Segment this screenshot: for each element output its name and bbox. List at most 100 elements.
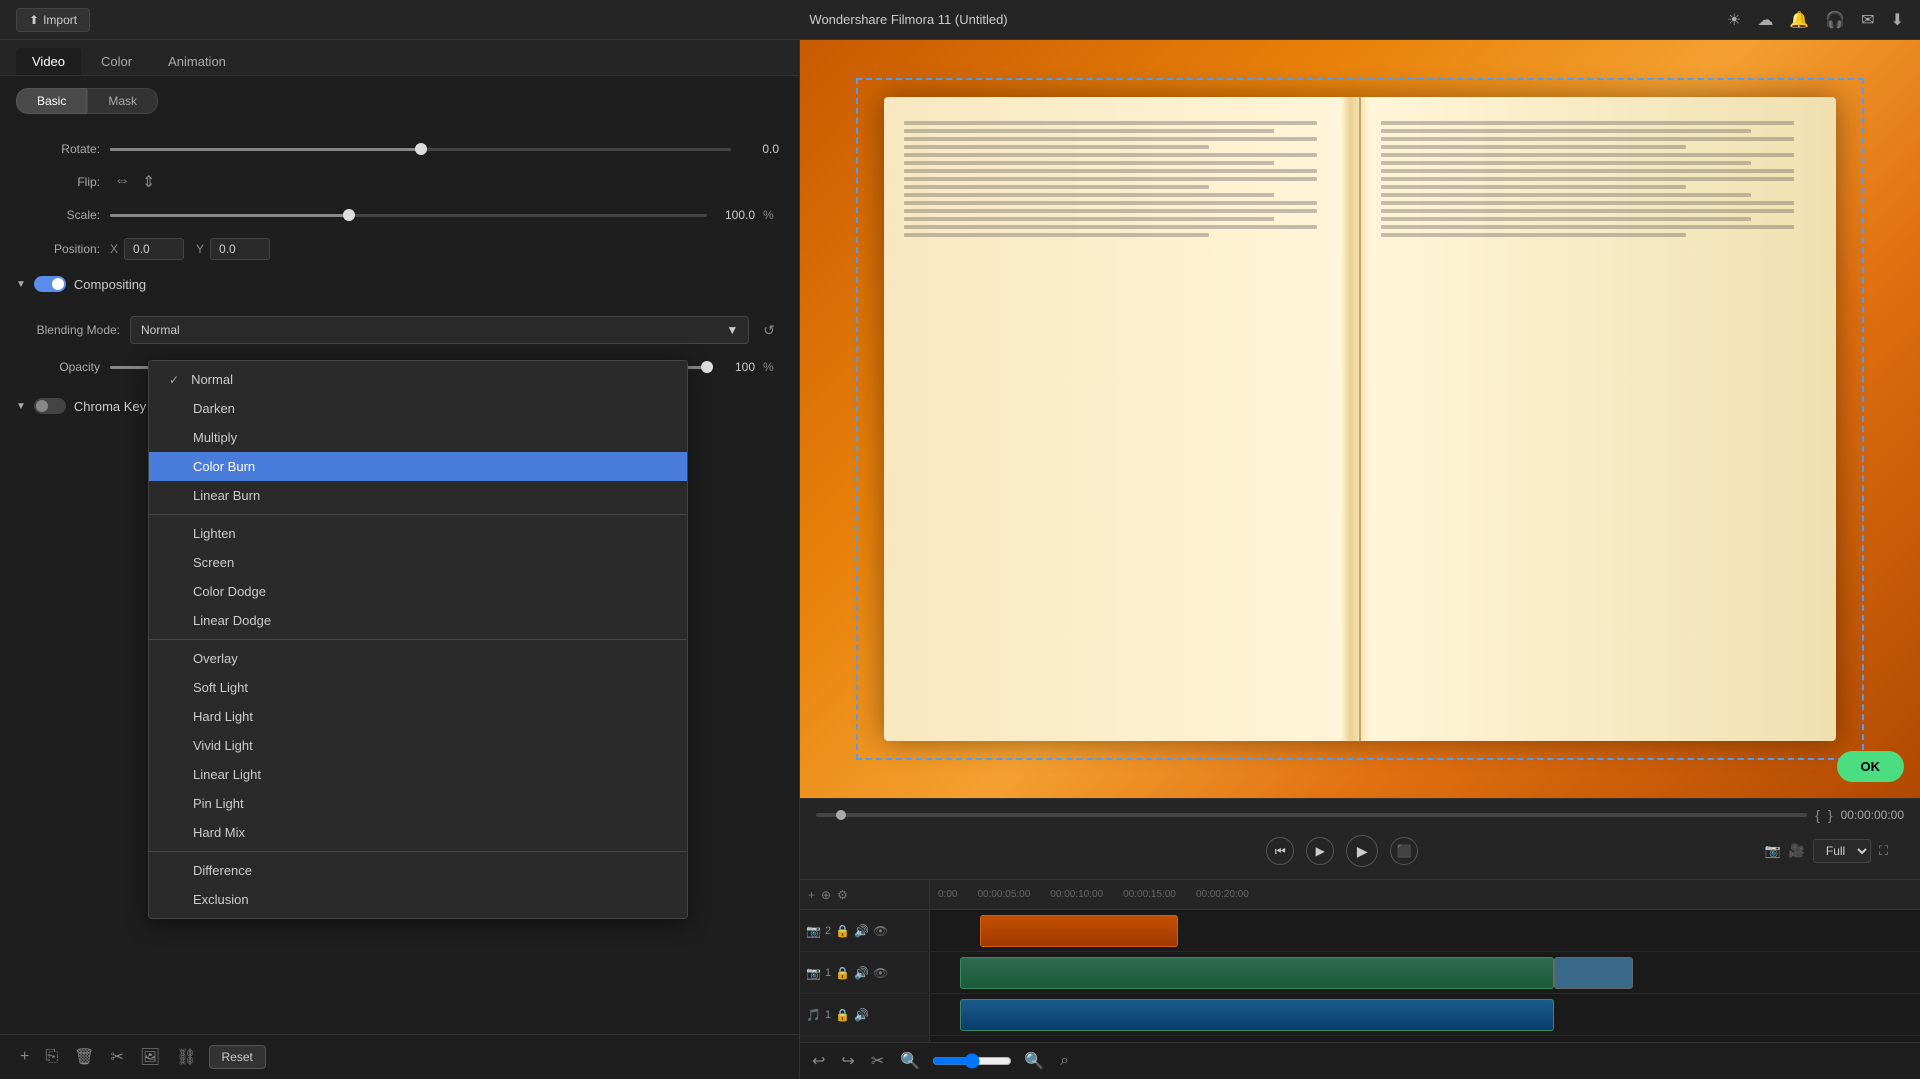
sun-icon[interactable]: ☀	[1727, 10, 1741, 30]
compositing-section-header[interactable]: ▼ Compositing	[0, 268, 799, 300]
fullscreen-icon[interactable]: ⛶	[1879, 843, 1888, 859]
book-text-line	[904, 225, 1317, 229]
transform-icon[interactable]: ✂	[106, 1043, 127, 1071]
track-v2-controls: 📷 2 🔒 🔊 👁	[800, 910, 930, 951]
quality-select[interactable]: Full	[1813, 839, 1871, 863]
screenshot-icon[interactable]: 📷	[1765, 843, 1781, 859]
bell-icon[interactable]: 🔔	[1789, 10, 1809, 30]
timeline-add-icon[interactable]: +	[808, 888, 815, 902]
delete-icon[interactable]: 🗑	[70, 1043, 98, 1071]
track-v1-volume-icon[interactable]: 🔊	[854, 966, 869, 980]
timeline-magnet-icon[interactable]: ⊕	[821, 888, 831, 902]
blend-difference-item[interactable]: Difference	[149, 856, 687, 885]
timeline-settings-icon[interactable]: ⚙	[837, 888, 848, 902]
mask-mode-button[interactable]: Mask	[87, 88, 158, 114]
add-icon[interactable]: +	[16, 1044, 33, 1070]
track-v2-clip[interactable]	[980, 915, 1178, 947]
timeline-undo-icon[interactable]: ↩	[808, 1047, 829, 1075]
position-x-input[interactable]	[124, 238, 184, 260]
reset-all-button[interactable]: Reset	[209, 1045, 266, 1069]
blending-reset-button[interactable]: ↺	[759, 318, 779, 343]
blend-overlay-item[interactable]: Overlay	[149, 644, 687, 673]
tab-animation[interactable]: Animation	[152, 48, 242, 75]
timeline-zoom-out-icon[interactable]: 🔍	[896, 1047, 924, 1075]
mail-icon[interactable]: ✉	[1861, 10, 1874, 30]
timeline-cut-icon[interactable]: ✂	[867, 1047, 888, 1075]
blend-screen-item[interactable]: Screen	[149, 548, 687, 577]
timeline-redo-icon[interactable]: ↪	[837, 1047, 858, 1075]
tab-bar: Video Color Animation	[0, 40, 799, 76]
book-text-line	[904, 137, 1317, 141]
blend-hardlight-item[interactable]: Hard Light	[149, 702, 687, 731]
book-text-line	[1381, 193, 1751, 197]
copy-icon[interactable]: ⎘	[41, 1044, 62, 1070]
track-v1-eye-icon[interactable]: 👁	[873, 966, 888, 980]
position-x-group: X	[110, 238, 184, 260]
blend-normal-item[interactable]: Normal	[149, 365, 687, 394]
rotate-slider[interactable]	[110, 148, 731, 151]
tab-color[interactable]: Color	[85, 48, 148, 75]
blend-colordodge-item[interactable]: Color Dodge	[149, 577, 687, 606]
track-v1-clip[interactable]	[960, 957, 1554, 989]
compositing-toggle[interactable]	[34, 276, 66, 292]
camera-icon[interactable]: 🎥	[1789, 843, 1805, 859]
import-button[interactable]: ⬆ Import	[16, 8, 90, 32]
track-v2-eye-icon[interactable]: 👁	[873, 924, 888, 938]
blend-softlight-item[interactable]: Soft Light	[149, 673, 687, 702]
track-a1-lock-icon[interactable]: 🔒	[835, 1008, 850, 1022]
play-button[interactable]: ▶	[1346, 835, 1378, 867]
position-label: Position:	[20, 242, 100, 256]
timeline-search-icon[interactable]: ⌕	[1056, 1048, 1073, 1074]
tab-video[interactable]: Video	[16, 48, 81, 75]
track-v2-lock-icon[interactable]: 🔒	[835, 924, 850, 938]
blend-vividlight-item[interactable]: Vivid Light	[149, 731, 687, 760]
blending-mode-select[interactable]: Normal ▼	[130, 316, 749, 344]
timeline-zoom-in-icon[interactable]: 🔍	[1020, 1047, 1048, 1075]
track-a1-volume-icon[interactable]: 🔊	[854, 1008, 869, 1022]
download-icon[interactable]: ⬇	[1891, 10, 1904, 30]
track-v1-img-clip[interactable]	[1554, 957, 1633, 989]
track-v2-content	[930, 910, 1920, 951]
headphone-icon[interactable]: 🎧	[1825, 10, 1845, 30]
cloud-icon[interactable]: ☁	[1757, 10, 1773, 30]
track-a1-music-icon: 🎵	[806, 1008, 821, 1022]
link-icon[interactable]: ⛓	[172, 1043, 200, 1071]
blending-dropdown-arrow-icon: ▼	[726, 323, 738, 337]
blend-exclusion-item[interactable]: Exclusion	[149, 885, 687, 914]
book-text-line	[1381, 121, 1794, 125]
flip-horizontal-icon[interactable]: ⇔	[114, 172, 130, 192]
flip-vertical-icon[interactable]: ⇕	[142, 172, 155, 192]
preview-progress-bar[interactable]	[816, 813, 1807, 817]
ok-button[interactable]: OK	[1837, 751, 1905, 782]
blend-linearburn-item[interactable]: Linear Burn	[149, 481, 687, 510]
in-point-button[interactable]: {	[1815, 807, 1820, 823]
rewind-button[interactable]: ⏮	[1266, 837, 1294, 865]
basic-mode-button[interactable]: Basic	[16, 88, 87, 114]
play-back-button[interactable]: ▶	[1306, 837, 1334, 865]
blend-lighten-item[interactable]: Lighten	[149, 519, 687, 548]
blend-colorburn-item[interactable]: Color Burn	[149, 452, 687, 481]
image-icon[interactable]: 🖼	[136, 1043, 164, 1071]
timeline-zoom-slider[interactable]	[932, 1053, 1012, 1069]
blend-hardmix-item[interactable]: Hard Mix	[149, 818, 687, 847]
out-point-button[interactable]: }	[1828, 807, 1833, 823]
scale-slider[interactable]	[110, 214, 707, 217]
track-v1-lock-icon[interactable]: 🔒	[835, 966, 850, 980]
blend-linearlight-item[interactable]: Linear Light	[149, 760, 687, 789]
ruler-mark-0: 0:00	[938, 889, 957, 900]
compositing-title: Compositing	[74, 277, 146, 292]
dropdown-separator-3	[149, 851, 687, 852]
blend-multiply-item[interactable]: Multiply	[149, 423, 687, 452]
track-v2-volume-icon[interactable]: 🔊	[854, 924, 869, 938]
track-a1-content	[930, 994, 1920, 1035]
blend-pinlight-item[interactable]: Pin Light	[149, 789, 687, 818]
timeline-header: + ⊕ ⚙ 0:00 00:00:05:00 00:00:10:00 00:00…	[800, 880, 1920, 910]
position-inputs: X Y	[110, 238, 270, 260]
chroma-key-toggle[interactable]	[34, 398, 66, 414]
stop-button[interactable]: ⬛	[1390, 837, 1418, 865]
blend-darken-item[interactable]: Darken	[149, 394, 687, 423]
position-y-input[interactable]	[210, 238, 270, 260]
rotate-slider-container: 0.0	[110, 142, 779, 156]
track-a1-clip[interactable]	[960, 999, 1554, 1031]
blend-lineardodge-item[interactable]: Linear Dodge	[149, 606, 687, 635]
